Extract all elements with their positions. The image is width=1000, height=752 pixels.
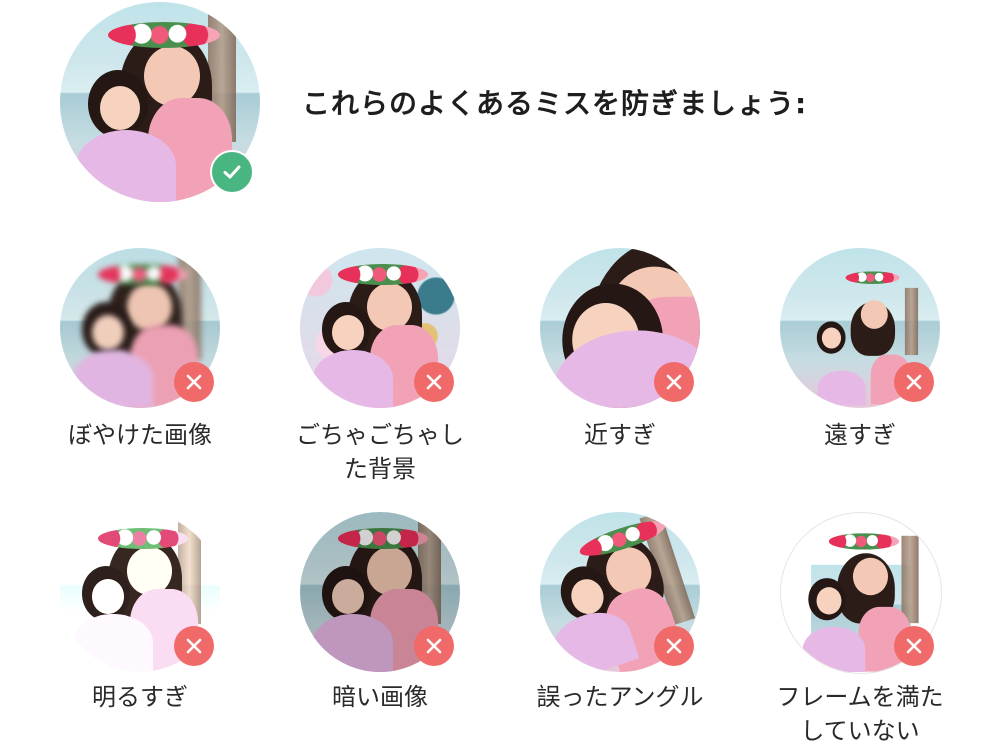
caption-cluttered-line1: ごちゃごちゃし [296, 421, 464, 449]
page-title: これらのよくあるミスを防ぎましょう: [302, 87, 808, 120]
caption-too-close: 近すぎ [584, 421, 656, 449]
caption-not-fill-line1: フレームを満た [776, 683, 944, 711]
close-icon [414, 362, 454, 402]
caption-too-bright: 明るすぎ [92, 683, 188, 711]
close-icon [894, 362, 934, 402]
close-icon [894, 626, 934, 666]
close-icon [174, 626, 214, 666]
caption-blurry: ぼやけた画像 [68, 421, 212, 449]
check-icon [210, 150, 254, 194]
caption-wrong-angle: 誤ったアングル [536, 683, 704, 711]
close-icon [654, 626, 694, 666]
photo-guidelines-page: これらのよくあるミスを防ぎましょう: ぼやけた画像 ごちゃごちゃし た背景 近す… [0, 0, 1000, 752]
caption-not-fill-frame: フレームを満た していない [760, 680, 960, 748]
caption-too-far: 遠すぎ [824, 421, 896, 449]
close-icon [654, 362, 694, 402]
close-icon [174, 362, 214, 402]
close-icon [414, 626, 454, 666]
caption-cluttered-line2: た背景 [344, 455, 416, 483]
caption-not-fill-line2: していない [800, 717, 920, 745]
caption-cluttered: ごちゃごちゃし た背景 [280, 418, 480, 486]
caption-too-dark: 暗い画像 [332, 683, 428, 711]
